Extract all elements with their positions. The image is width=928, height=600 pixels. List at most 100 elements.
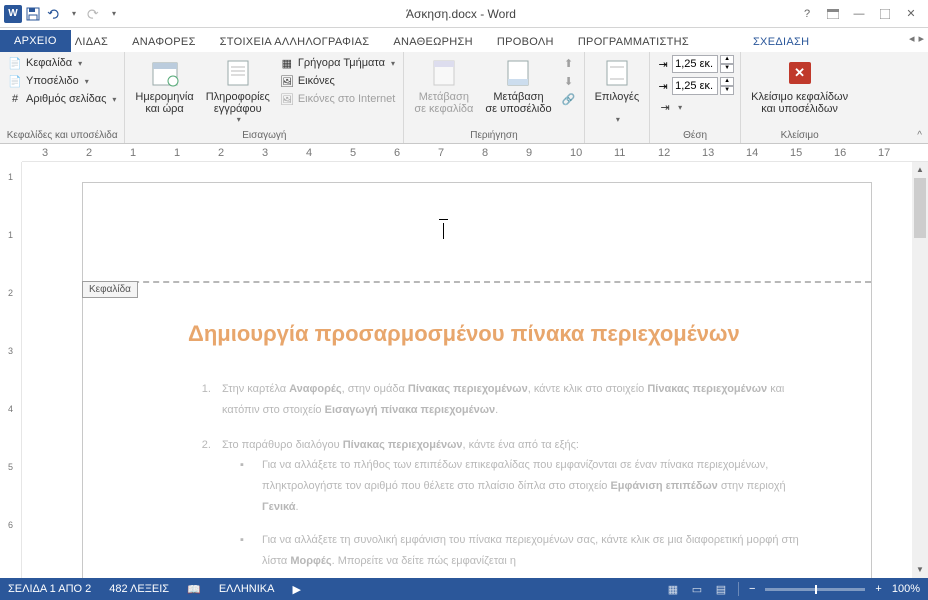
doc-title: Δημιουργία προσαρμοσμένου πίνακα περιεχο… <box>188 313 811 355</box>
qat-customize[interactable] <box>104 5 122 23</box>
scroll-thumb[interactable] <box>914 178 926 238</box>
ribbon-tabs: ΑΡΧΕΙΟ ΛΙΔΑΣ ΑΝΑΦΟΡΕΣ ΣΤΟΙΧΕΙΑ ΑΛΛΗΛΟΓΡΑ… <box>0 28 928 52</box>
vertical-scrollbar[interactable]: ▲ ▼ <box>912 162 928 578</box>
window-controls: ? — ✕ <box>800 7 924 21</box>
online-pictures-button[interactable]: 🖼Εικόνες στο Internet <box>278 91 397 107</box>
quickparts-button[interactable]: ▦Γρήγορα Τμήματα <box>278 55 397 71</box>
nav-next[interactable]: ⬇ <box>560 73 578 89</box>
page[interactable]: Κεφαλίδα Δημιουργία προσαρμοσμένου πίνακ… <box>82 182 872 578</box>
footer-icon: 📄 <box>8 74 22 88</box>
ribbon-options-button[interactable] <box>826 7 840 21</box>
nav-prev[interactable]: ⬆ <box>560 55 578 71</box>
pagenum-icon: # <box>8 92 22 106</box>
group-label: Κεφαλίδες και υποσέλιδα <box>6 130 118 141</box>
close-header-footer-button[interactable]: ✕ Κλείσιμο κεφαλίδωνκαι υποσέλιδων <box>747 55 852 117</box>
undo-button[interactable] <box>44 5 62 23</box>
close-icon: ✕ <box>784 57 816 89</box>
save-button[interactable] <box>24 5 42 23</box>
ribbon-collapse-button[interactable]: ^ <box>917 130 922 141</box>
zoom-out-button[interactable]: − <box>749 583 755 595</box>
tab-scroll-left-icon[interactable]: ◂ <box>909 32 915 45</box>
header-tag[interactable]: Κεφαλίδα <box>82 281 138 298</box>
zoom-level[interactable]: 100% <box>892 583 920 595</box>
goto-header-icon <box>428 57 460 89</box>
ribbon: 📄Κεφαλίδα 📄Υποσέλιδο #Αριθμός σελίδας Κε… <box>0 52 928 144</box>
tab-references[interactable]: ΑΝΑΦΟΡΕΣ <box>120 32 208 52</box>
tab-file[interactable]: ΑΡΧΕΙΟ <box>0 30 71 52</box>
text-cursor <box>439 219 448 220</box>
header-divider <box>83 281 871 283</box>
options-button[interactable]: Επιλογές <box>591 55 644 126</box>
macro-icon[interactable]: ▶ <box>292 583 300 596</box>
print-layout-view-button[interactable]: ▦ <box>666 583 680 595</box>
undo-dropdown[interactable] <box>64 5 82 23</box>
help-button[interactable]: ? <box>800 7 814 21</box>
titlebar: W Άσκηση.docx - Word ? — ✕ <box>0 0 928 28</box>
zoom-in-button[interactable]: + <box>875 583 881 595</box>
tab-partial[interactable]: ΛΙΔΑΣ <box>71 32 120 52</box>
header-icon: 📄 <box>8 56 22 70</box>
group-label: Θέση <box>656 130 734 141</box>
header-button[interactable]: 📄Κεφαλίδα <box>6 55 118 71</box>
spin-up[interactable]: ▲ <box>720 77 734 86</box>
read-mode-view-button[interactable]: ▭ <box>690 583 704 595</box>
tab-view[interactable]: ΠΡΟΒΟΛΗ <box>485 32 566 52</box>
group-insert: Ημερομηνίακαι ώρα Πληροφορίεςεγγράφου ▦Γ… <box>125 52 404 143</box>
pictures-icon: 🖼 <box>280 74 294 88</box>
docinfo-button[interactable]: Πληροφορίεςεγγράφου <box>202 55 274 126</box>
spin-down[interactable]: ▼ <box>720 64 734 73</box>
insert-tab-button[interactable]: ⇥ <box>656 99 734 115</box>
word-count[interactable]: 482 ΛΕΞΕΙΣ <box>109 583 169 595</box>
spellcheck-icon[interactable]: 📖 <box>187 583 201 596</box>
down-arrow-icon: ⬇ <box>562 74 576 88</box>
header-from-top[interactable]: ⇥ ▲▼ <box>656 55 734 73</box>
group-label: Εισαγωγή <box>131 130 397 141</box>
quick-access-toolbar: W <box>4 5 122 23</box>
nav-link[interactable]: 🔗 <box>560 91 578 107</box>
vertical-ruler[interactable]: 1123456 <box>4 162 22 578</box>
word-logo: W <box>4 5 22 23</box>
footer-pos-icon: ⇥ <box>656 79 670 93</box>
online-pictures-icon: 🖼 <box>280 92 294 106</box>
redo-button[interactable] <box>84 5 102 23</box>
tab-scroll-right-icon[interactable]: ▸ <box>918 32 924 45</box>
footer-from-bottom[interactable]: ⇥ ▲▼ <box>656 77 734 95</box>
tab-icon: ⇥ <box>658 100 672 114</box>
scroll-down-button[interactable]: ▼ <box>912 562 928 578</box>
maximize-button[interactable] <box>878 7 892 21</box>
spin-down[interactable]: ▼ <box>720 86 734 95</box>
header-pos-icon: ⇥ <box>656 57 670 71</box>
link-icon: 🔗 <box>562 92 576 106</box>
group-position: ⇥ ▲▼ ⇥ ▲▼ ⇥ Θέση <box>650 52 741 143</box>
group-close: ✕ Κλείσιμο κεφαλίδωνκαι υποσέλιδων Κλείσ… <box>741 52 858 143</box>
footer-button[interactable]: 📄Υποσέλιδο <box>6 73 118 89</box>
goto-header-button[interactable]: Μετάβασησε κεφαλίδα <box>410 55 477 117</box>
up-arrow-icon: ⬆ <box>562 56 576 70</box>
quickparts-icon: ▦ <box>280 56 294 70</box>
datetime-button[interactable]: Ημερομηνίακαι ώρα <box>131 55 197 117</box>
list-item: Στο παράθυρο διαλόγου Πίνακας περιεχομέν… <box>214 435 811 572</box>
zoom-slider[interactable] <box>765 588 865 591</box>
group-label <box>591 130 644 141</box>
tab-mailings[interactable]: ΣΤΟΙΧΕΙΑ ΑΛΛΗΛΟΓΡΑΦΙΑΣ <box>208 32 382 52</box>
pictures-button[interactable]: 🖼Εικόνες <box>278 73 397 89</box>
tab-design[interactable]: ΣΧΕΔΙΑΣΗ <box>741 32 821 52</box>
minimize-button[interactable]: — <box>852 7 866 21</box>
horizontal-ruler[interactable]: 3211234567891011121314151617 <box>22 144 928 162</box>
scroll-up-button[interactable]: ▲ <box>912 162 928 178</box>
spin-up[interactable]: ▲ <box>720 55 734 64</box>
page-indicator[interactable]: ΣΕΛΙΔΑ 1 ΑΠΟ 2 <box>8 583 91 595</box>
tab-developer[interactable]: ΠΡΟΓΡΑΜΜΑΤΙΣΤΗΣ <box>566 32 701 52</box>
document-area[interactable]: Κεφαλίδα Δημιουργία προσαρμοσμένου πίνακ… <box>22 162 912 578</box>
page-number-button[interactable]: #Αριθμός σελίδας <box>6 91 118 107</box>
web-layout-view-button[interactable]: ▤ <box>714 583 728 595</box>
document-body: Δημιουργία προσαρμοσμένου πίνακα περιεχο… <box>188 313 811 578</box>
footer-bottom-input[interactable] <box>672 77 718 95</box>
goto-footer-button[interactable]: Μετάβασησε υποσέλιδο <box>481 55 555 117</box>
tab-review[interactable]: ΑΝΑΘΕΩΡΗΣΗ <box>381 32 485 52</box>
header-top-input[interactable] <box>672 55 718 73</box>
list-item: Για να αλλάξετε τη συνολική εμφάνιση του… <box>248 530 811 572</box>
close-button[interactable]: ✕ <box>904 7 918 21</box>
window-title: Άσκηση.docx - Word <box>122 7 800 21</box>
language-indicator[interactable]: ΕΛΛΗΝΙΚΑ <box>219 583 275 595</box>
